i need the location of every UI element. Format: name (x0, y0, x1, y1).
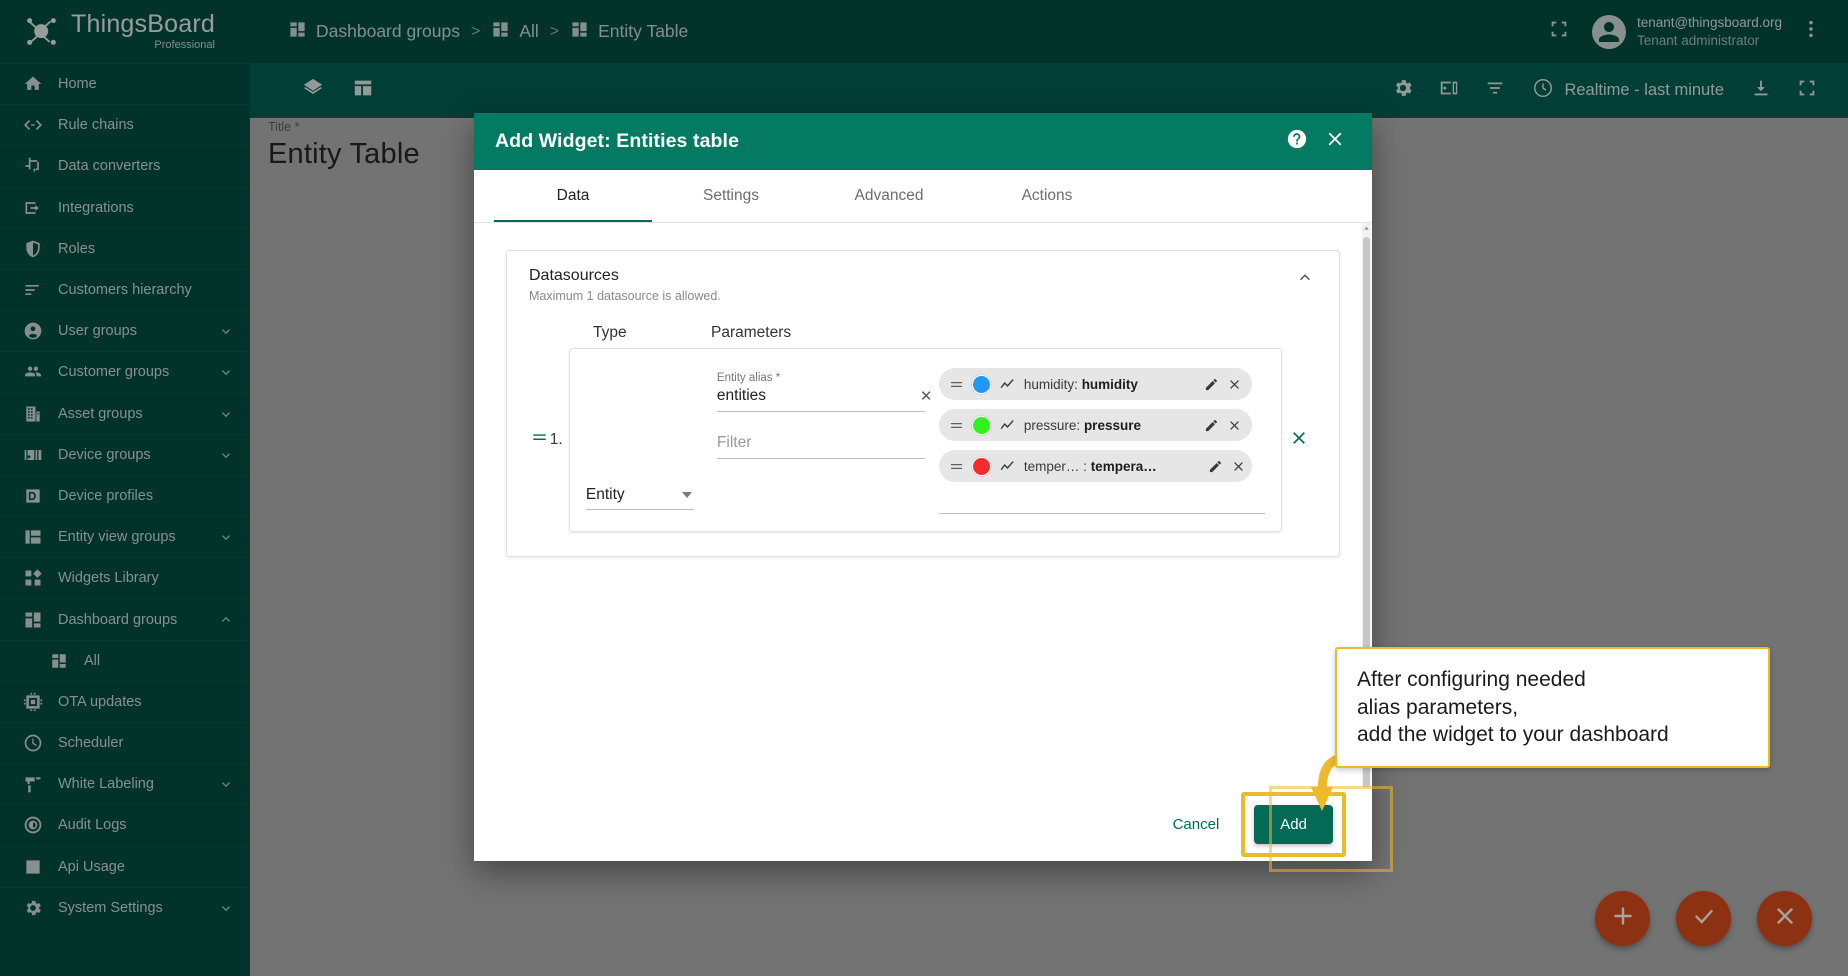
datasource-parameters: Entity alias * ✕ (716, 366, 932, 514)
datasources-panel: Datasources Maximum 1 datasource is allo… (506, 250, 1340, 557)
clear-icon[interactable]: ✕ (917, 389, 936, 404)
entity-alias-field: Entity alias * ✕ (716, 372, 932, 412)
datasource-drag-handle[interactable] (529, 429, 550, 451)
dialog-close-button[interactable] (1316, 123, 1354, 161)
tab-settings[interactable]: Settings (652, 170, 810, 222)
callout-line: add the widget to your dashboard (1357, 723, 1669, 747)
dialog-body: Data Settings Advanced Actions Datasources … (474, 170, 1372, 861)
data-key-text: humidity: humidity (1023, 376, 1138, 392)
data-key-chip[interactable]: humidity: humidity (938, 368, 1252, 400)
data-key-color-dot[interactable] (971, 374, 991, 394)
datasource-type-select[interactable]: Entity (585, 486, 694, 510)
data-key-text: pressure: pressure (1023, 417, 1141, 433)
tab-data[interactable]: Data (494, 170, 652, 222)
data-keys-underline (938, 513, 1265, 514)
callout-tooltip: After configuring needed alias parameters… (1335, 647, 1770, 769)
filter-field (716, 434, 925, 459)
drag-handle-icon[interactable] (949, 418, 964, 433)
dialog-header: Add Widget: Entities table (474, 113, 1372, 170)
drag-handle-icon[interactable] (949, 377, 964, 392)
timeseries-icon (999, 376, 1016, 393)
drag-handle-icon (531, 429, 548, 451)
timeseries-icon (999, 417, 1016, 434)
help-icon (1286, 128, 1308, 155)
data-key-chip[interactable]: temper… : tempera… (938, 450, 1252, 482)
entity-alias-label: Entity alias * (716, 372, 781, 384)
close-icon[interactable] (1227, 418, 1242, 433)
datasource-column-headers: Type Parameters (529, 324, 1317, 342)
pencil-icon[interactable] (1208, 459, 1223, 474)
data-key-color-dot[interactable] (971, 456, 991, 476)
datasource-card: Entity Entity alias * ✕ (568, 348, 1282, 532)
tab-advanced[interactable]: Advanced (810, 170, 968, 222)
datasource-index: 1. (549, 431, 563, 448)
datasources-collapse-button[interactable] (1293, 267, 1317, 291)
filter-input[interactable] (716, 434, 925, 452)
dialog-tabs: Data Settings Advanced Actions (474, 170, 1372, 223)
data-key-chip[interactable]: pressure: pressure (938, 409, 1252, 441)
datasource-row: 1. Entity Entity alias * ✕ (529, 348, 1317, 532)
dialog-title: Add Widget: Entities table (495, 130, 740, 152)
pencil-icon[interactable] (1204, 377, 1219, 392)
dialog-actions: Cancel Add (474, 787, 1372, 861)
callout-line: alias parameters, (1357, 695, 1519, 719)
chevron-down-icon (681, 492, 692, 498)
datasource-remove-button[interactable] (1282, 428, 1317, 453)
add-widget-dialog: Add Widget: Entities table Data Settings A… (474, 113, 1372, 861)
close-icon[interactable] (1231, 459, 1246, 474)
datasource-type-value: Entity (585, 486, 625, 503)
pencil-icon[interactable] (1204, 418, 1219, 433)
entity-alias-input[interactable] (716, 387, 917, 405)
close-icon[interactable] (1227, 377, 1242, 392)
column-header-parameters: Parameters (711, 324, 792, 341)
data-key-color-dot[interactable] (971, 415, 991, 435)
dialog-help-button[interactable] (1278, 123, 1316, 161)
chevron-up-icon (1296, 268, 1314, 291)
tab-actions[interactable]: Actions (968, 170, 1126, 222)
cancel-button[interactable]: Cancel (1157, 806, 1236, 843)
scroll-up-icon[interactable] (1362, 223, 1371, 234)
close-icon (1289, 428, 1309, 453)
datasources-title: Datasources (529, 267, 619, 284)
datasources-header: Datasources Maximum 1 datasource is allo… (529, 267, 1317, 303)
datasources-subtitle: Maximum 1 datasource is allowed. (529, 289, 721, 303)
drag-handle-icon[interactable] (949, 459, 964, 474)
callout-line: After configuring needed (1357, 668, 1586, 691)
timeseries-icon (999, 458, 1016, 475)
data-key-text: temper… : tempera… (1023, 458, 1157, 474)
data-keys-list: humidity: humidity pressure: pressure temp… (938, 366, 1265, 514)
datasource-type-field: Entity (585, 366, 704, 514)
column-header-type: Type (593, 324, 627, 341)
close-icon (1324, 128, 1346, 155)
